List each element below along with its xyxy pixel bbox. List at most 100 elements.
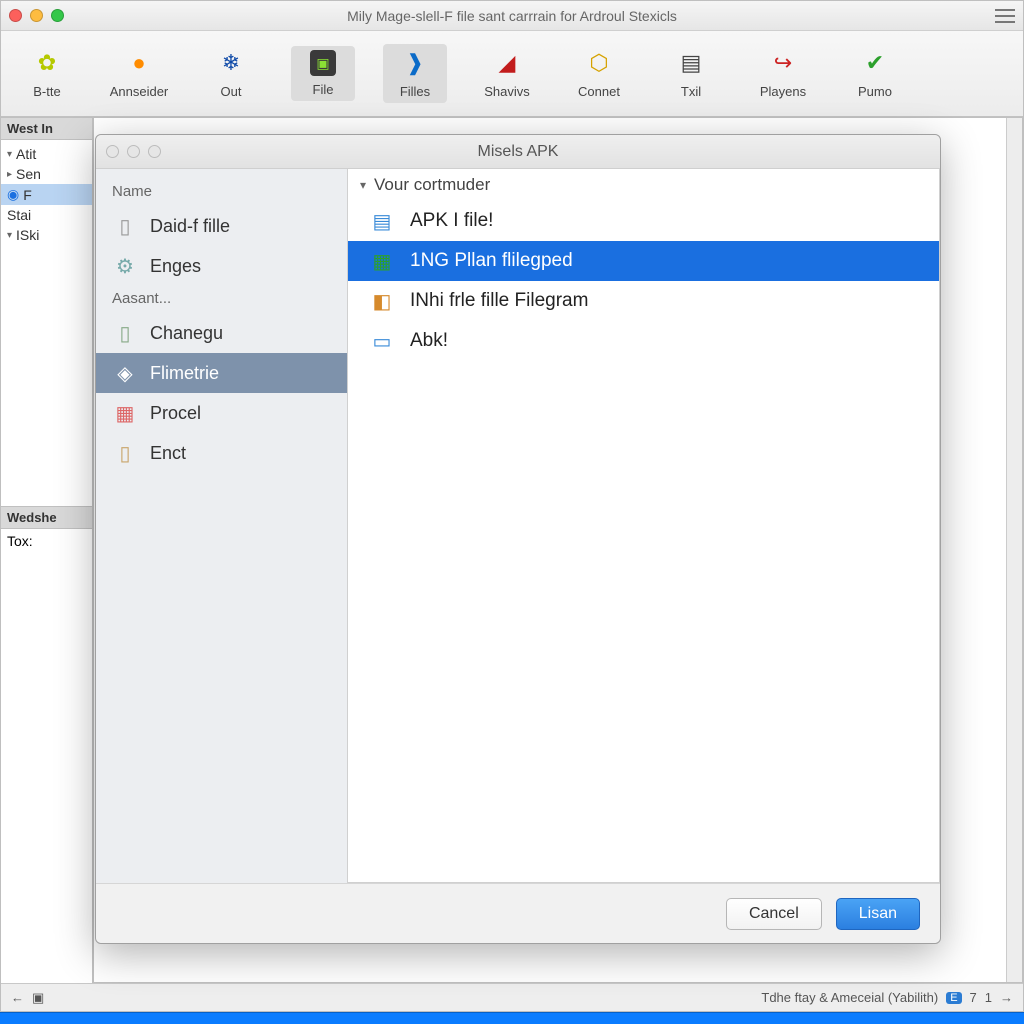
project-tree[interactable]: ▾Atit ▸Sen ◉F Stai ▾ISki	[1, 140, 93, 506]
pen-icon: ◢	[492, 48, 522, 78]
tb-annseider[interactable]: ● Annseider	[107, 48, 171, 99]
tb-label: Annseider	[110, 84, 169, 99]
file-row[interactable]: ▤APK I file!	[348, 201, 939, 241]
file-row[interactable]: ▦1NG Pllan flilegped	[348, 241, 939, 281]
plant-icon: ✿	[32, 48, 62, 78]
folder-icon: ▯	[112, 213, 138, 239]
gear-icon: ⚙	[112, 253, 138, 279]
tb-filles[interactable]: ❱ Filles	[383, 44, 447, 103]
close-icon[interactable]	[9, 9, 22, 22]
menu-icon[interactable]	[995, 9, 1015, 23]
file-dialog: Misels APK Name ▯Daid-f fille ⚙Enges Aas…	[95, 134, 941, 944]
panel2-header[interactable]: Wedshe	[1, 506, 93, 529]
sidebar-item-chanegu[interactable]: ▯Chanegu	[96, 313, 347, 353]
forward-icon[interactable]: →	[1000, 990, 1013, 1005]
toolbar: ✿ B-tte ● Annseider ❄ Out ▣ File ❱ Filles ◢ Sh…	[1, 31, 1023, 117]
tb-playens[interactable]: ↪ Playens	[751, 48, 815, 99]
close-icon[interactable]	[106, 145, 119, 158]
shield-icon: ◈	[112, 360, 138, 386]
status-num2: 1	[985, 990, 992, 1005]
check-icon: ✔	[860, 48, 890, 78]
zoom-icon[interactable]	[148, 145, 161, 158]
dialog-body: Name ▯Daid-f fille ⚙Enges Aasant... ▯Cha…	[96, 169, 940, 883]
sidebar-item-procel[interactable]: ▦Procel	[96, 393, 347, 433]
status-num: 7	[970, 990, 977, 1005]
tb-connet[interactable]: ⬡Connet	[567, 48, 631, 99]
sidebar-item-enct[interactable]: ▯Enct	[96, 433, 347, 473]
tb-label: Filles	[400, 84, 430, 99]
path-text: Vour cortmuder	[374, 175, 490, 195]
chevron-down-icon: ▾	[7, 230, 12, 241]
zoom-icon[interactable]	[51, 9, 64, 22]
status-text: Tdhe ftay & Ameceial (Yabilith)	[761, 990, 938, 1005]
minimize-icon[interactable]	[127, 145, 140, 158]
list-icon: ▤	[676, 48, 706, 78]
dialog-title: Misels APK	[478, 143, 559, 161]
pathbar[interactable]: ▾ Vour cortmuder	[348, 169, 939, 201]
document-icon: ▤	[368, 207, 396, 235]
status-badge[interactable]: E	[946, 992, 961, 1004]
tb-shavivs[interactable]: ◢ Shavivs	[475, 48, 539, 99]
back-icon[interactable]: ←	[11, 990, 24, 1005]
dot-icon: ◉	[7, 186, 19, 203]
tb-label: File	[313, 82, 334, 97]
confirm-button[interactable]: Lisan	[836, 898, 920, 930]
tb-bte[interactable]: ✿ B-tte	[15, 48, 79, 99]
tree-item[interactable]: ▾ISki	[1, 225, 92, 245]
window-title: Mily Mage-slell-F file sant carrrain for…	[347, 8, 677, 24]
play-icon: ↪	[768, 48, 798, 78]
sidebar-item-enges[interactable]: ⚙Enges	[96, 246, 347, 286]
panel1-header[interactable]: West In	[1, 117, 93, 140]
sidebar-section-header: Aasant...	[96, 286, 347, 313]
snowflake-icon: ❄	[216, 48, 246, 78]
panel2-body: Tox:	[1, 529, 93, 983]
box-icon[interactable]: ▣	[32, 990, 44, 1006]
arrow-icon: ❱	[400, 48, 430, 78]
calendar-icon: ▦	[112, 400, 138, 426]
tree-item[interactable]: Stai	[1, 205, 92, 225]
tb-txil[interactable]: ▤ Txil	[659, 48, 723, 99]
info-icon: ●	[124, 48, 154, 78]
file-list: ▤APK I file! ▦1NG Pllan flilegped ◧INhi …	[348, 201, 939, 882]
sidebar-item-daidf[interactable]: ▯Daid-f fille	[96, 206, 347, 246]
tb-out[interactable]: ❄ Out	[199, 48, 263, 99]
package-icon: ▦	[368, 247, 396, 275]
tb-file[interactable]: ▣ File	[291, 46, 355, 101]
tb-label: Out	[221, 84, 242, 99]
window-controls	[9, 9, 64, 22]
tb-label: Pumo	[858, 84, 892, 99]
titlebar: Mily Mage-slell-F file sant carrrain for…	[1, 1, 1023, 31]
chevron-right-icon: ▸	[7, 169, 12, 180]
hex-icon: ⬡	[584, 48, 614, 78]
dialog-window-controls	[106, 145, 161, 158]
file-icon: ▣	[310, 50, 336, 76]
left-column: West In ▾Atit ▸Sen ◉F Stai ▾ISki Wedshe …	[1, 117, 93, 983]
tree-item[interactable]: ▾Atit	[1, 144, 92, 164]
sidebar-item-flimetrie[interactable]: ◈Flimetrie	[96, 353, 347, 393]
app-icon: ◧	[368, 287, 396, 315]
panel2-line: Tox:	[7, 533, 86, 549]
scrollbar[interactable]	[1006, 118, 1022, 982]
tb-pumo[interactable]: ✔ Pumo	[843, 48, 907, 99]
tb-label: Txil	[681, 84, 701, 99]
tb-label: Playens	[760, 84, 806, 99]
sidebar-section-header: Name	[96, 179, 347, 206]
file-row[interactable]: ▭Abk!	[348, 321, 939, 361]
doc-icon: ▯	[112, 320, 138, 346]
dialog-titlebar: Misels APK	[96, 135, 940, 169]
bottom-bar	[0, 1012, 1024, 1024]
dialog-sidebar: Name ▯Daid-f fille ⚙Enges Aasant... ▯Cha…	[96, 169, 348, 883]
tree-item[interactable]: ▸Sen	[1, 164, 92, 184]
tree-item[interactable]: ◉F	[1, 184, 92, 205]
cancel-button[interactable]: Cancel	[726, 898, 822, 930]
page-icon: ▯	[112, 440, 138, 466]
statusbar: ← ▣ Tdhe ftay & Ameceial (Yabilith) E 7 …	[1, 983, 1023, 1011]
tb-label: B-tte	[33, 84, 60, 99]
dialog-footer: Cancel Lisan	[96, 883, 940, 943]
monitor-icon: ▭	[368, 327, 396, 355]
chevron-down-icon: ▾	[360, 178, 366, 192]
dialog-main: ▾ Vour cortmuder ▤APK I file! ▦1NG Pllan…	[347, 168, 940, 883]
minimize-icon[interactable]	[30, 9, 43, 22]
file-row[interactable]: ◧INhi frle fille Filegram	[348, 281, 939, 321]
tb-label: Shavivs	[484, 84, 530, 99]
